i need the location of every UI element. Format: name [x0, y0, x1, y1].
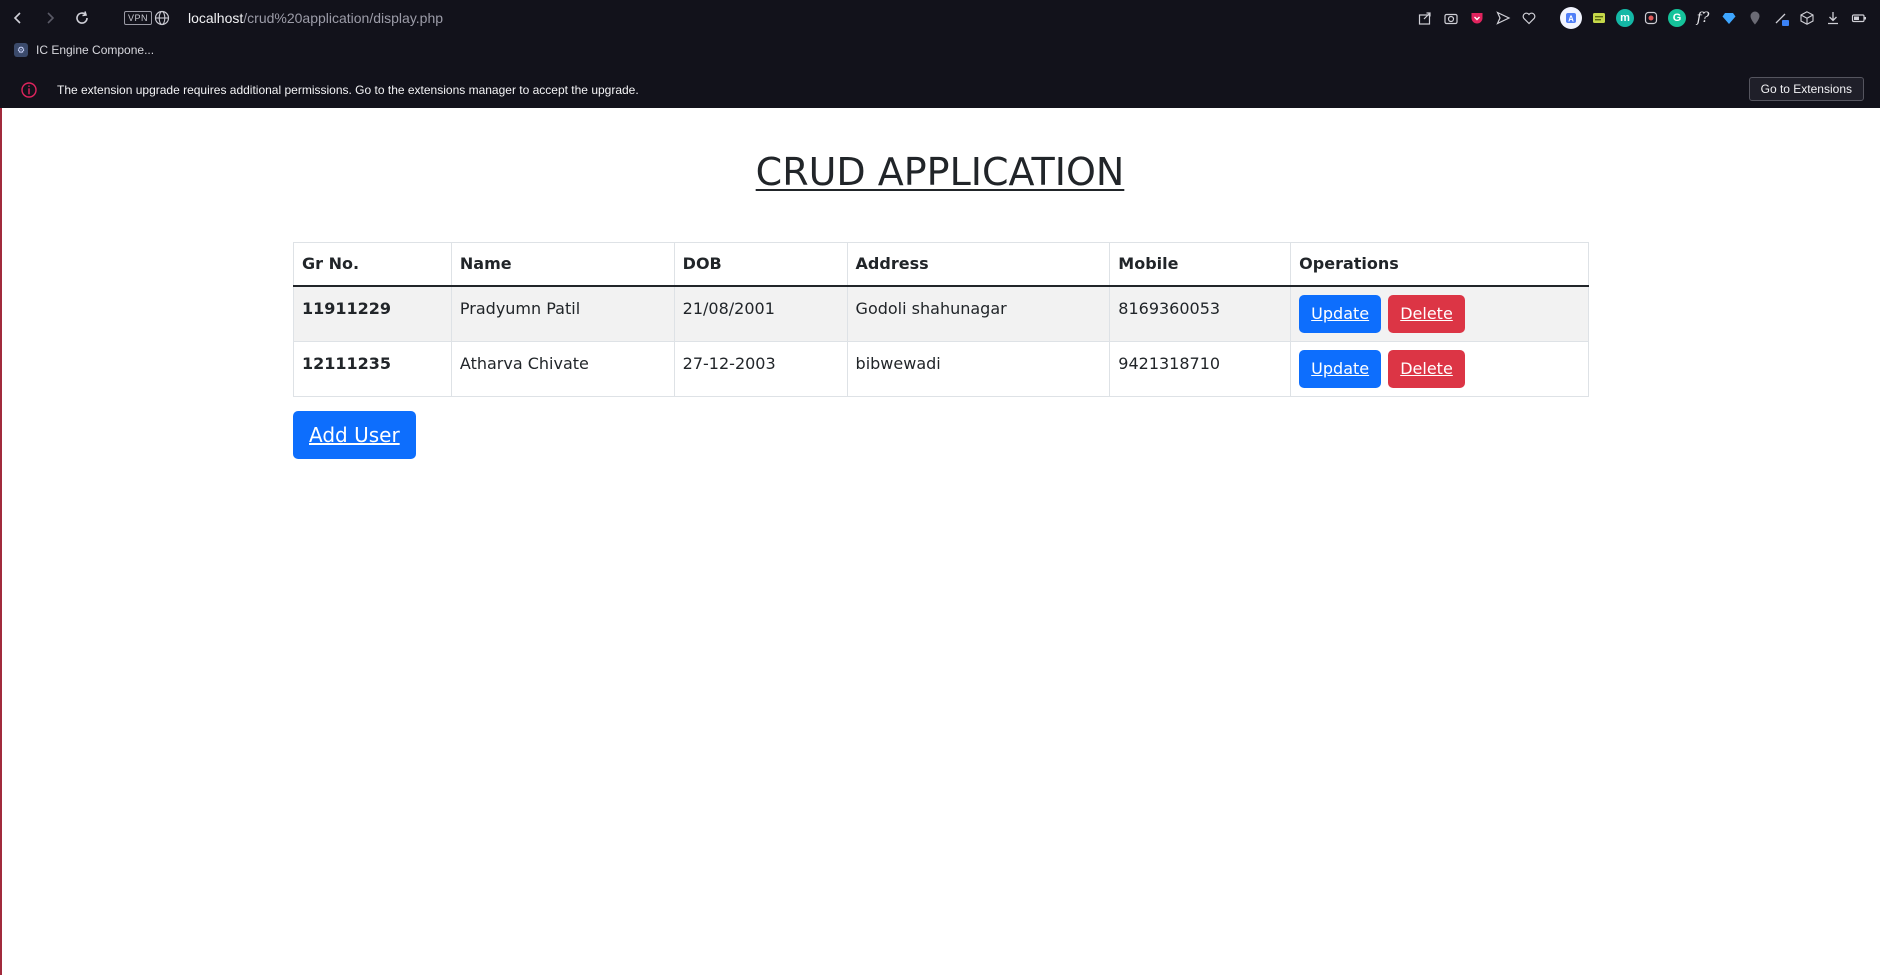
cube-icon[interactable]: [1798, 9, 1816, 27]
window-edge: [0, 108, 2, 975]
reload-button[interactable]: [72, 8, 92, 28]
cell-address: Godoli shahunagar: [846, 285, 1111, 342]
bookmark-label: IC Engine Compone...: [36, 43, 155, 57]
column-header-operations: Operations: [1290, 242, 1589, 287]
back-button[interactable]: [8, 8, 28, 28]
heart-icon[interactable]: [1520, 9, 1538, 27]
m-extension-icon[interactable]: m: [1616, 9, 1634, 27]
share-icon[interactable]: [1416, 9, 1434, 27]
column-header-mobile: Mobile: [1109, 242, 1292, 287]
page-title: CRUD APPLICATION: [755, 150, 1125, 194]
download-icon[interactable]: [1824, 9, 1842, 27]
bookmark-favicon: ⚙: [14, 43, 28, 57]
grammarly-icon[interactable]: G: [1668, 9, 1686, 27]
bookmark-item[interactable]: ⚙ IC Engine Compone...: [14, 40, 154, 60]
cell-mobile: 9421318710: [1109, 340, 1292, 397]
translate-icon[interactable]: A: [1560, 7, 1582, 29]
column-header-gr-no: Gr No.: [293, 242, 452, 287]
cell-mobile: 8169360053: [1109, 285, 1292, 342]
extension-toolbar: A m G f?: [1416, 7, 1868, 29]
delete-button[interactable]: Delete: [1388, 349, 1465, 388]
cell-dob: 21/08/2001: [673, 285, 848, 342]
notes-icon[interactable]: [1590, 9, 1608, 27]
pocket-icon[interactable]: [1468, 9, 1486, 27]
table-row: 12111235 Atharva Chivate 27-12-2003 bibw…: [293, 340, 1589, 397]
reload-icon: [76, 11, 88, 24]
browser-chrome: VPN localhost/crud%20application/display…: [0, 0, 1880, 108]
font-identifier-icon[interactable]: f?: [1694, 9, 1712, 27]
go-to-extensions-button[interactable]: Go to Extensions: [1748, 77, 1864, 101]
update-button[interactable]: Update: [1299, 349, 1382, 388]
address-bar[interactable]: localhost/crud%20application/display.php: [188, 8, 443, 28]
cell-address: bibwewadi: [846, 340, 1111, 397]
forward-arrow-icon: [47, 12, 55, 24]
cell-gr-no: 12111235: [293, 340, 452, 397]
security-extension-icon[interactable]: [1642, 9, 1660, 27]
table-header-row: Gr No. Name DOB Address Mobile Operation…: [293, 242, 1589, 287]
browser-toolbar: VPN localhost/crud%20application/display…: [0, 0, 1880, 36]
forward-button[interactable]: [40, 8, 60, 28]
cell-operations: Update Delete: [1290, 340, 1589, 397]
infobar-message: The extension upgrade requires additiona…: [57, 83, 639, 97]
column-header-dob: DOB: [673, 242, 848, 287]
cell-operations: Update Delete: [1290, 285, 1589, 342]
users-table: Gr No. Name DOB Address Mobile Operation…: [293, 242, 1589, 397]
column-header-address: Address: [846, 242, 1111, 287]
cell-name: Atharva Chivate: [450, 340, 675, 397]
battery-icon[interactable]: [1850, 9, 1868, 27]
send-icon[interactable]: [1494, 9, 1512, 27]
globe-icon[interactable]: [154, 10, 170, 26]
cell-gr-no: 11911229: [293, 285, 452, 342]
table-row: 11911229 Pradyumn Patil 21/08/2001 Godol…: [293, 285, 1589, 342]
column-header-name: Name: [450, 242, 675, 287]
delete-button[interactable]: Delete: [1388, 295, 1465, 333]
pen-icon[interactable]: [1772, 9, 1790, 27]
add-user-button[interactable]: Add User: [293, 411, 416, 459]
url-host: localhost: [188, 10, 244, 26]
cell-name: Pradyumn Patil: [450, 285, 675, 342]
toolbar-separator: [1546, 9, 1552, 27]
pin-icon[interactable]: [1746, 9, 1764, 27]
update-button[interactable]: Update: [1299, 295, 1382, 333]
cell-dob: 27-12-2003: [673, 340, 848, 397]
back-arrow-icon: [13, 12, 21, 24]
extension-infobar: The extension upgrade requires additiona…: [0, 72, 1880, 106]
bookmarks-bar: ⚙ IC Engine Compone...: [0, 36, 1880, 64]
url-path: /crud%20application/display.php: [243, 10, 444, 26]
diamond-icon[interactable]: [1720, 9, 1738, 27]
vpn-badge[interactable]: VPN: [124, 11, 153, 25]
camera-icon[interactable]: [1442, 9, 1460, 27]
svg-text:A: A: [1568, 15, 1574, 24]
info-icon: [21, 82, 37, 98]
